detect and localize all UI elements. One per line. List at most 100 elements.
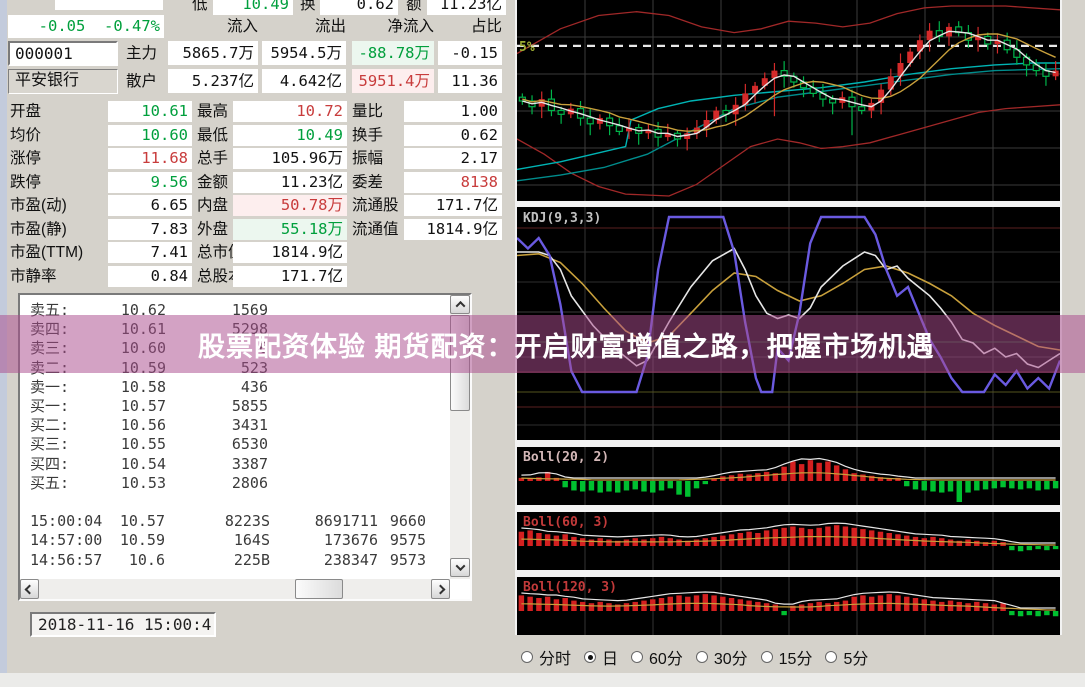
tx-volume: 225B (170, 551, 270, 570)
change-percent: -0.47% (104, 17, 160, 35)
quote-value: 0.84 (108, 266, 192, 287)
amount-label: 额 (406, 0, 422, 16)
tx-amount: 238347 (272, 551, 378, 570)
quote-label: 流通值 (352, 218, 399, 241)
quote-value: 10.60 (108, 125, 192, 146)
flow-cell: 11.36 (438, 69, 502, 93)
ob-volume: 3431 (166, 416, 268, 435)
scroll-right-button[interactable] (431, 579, 450, 599)
ob-volume: 436 (166, 378, 268, 397)
period-option-60分[interactable]: 60分 (631, 645, 683, 669)
quote-label: 外盘 (197, 218, 228, 241)
period-label: 60分 (649, 645, 683, 669)
flow-header: 占比 (438, 15, 502, 38)
scroll-down-button[interactable] (450, 558, 470, 577)
quote-value: 1814.9亿 (404, 219, 502, 240)
scroll-up-button[interactable] (450, 295, 470, 314)
turnover-label: 换 (300, 0, 316, 16)
period-label: 15分 (779, 645, 813, 669)
quote-value: 105.96万 (233, 148, 347, 169)
ob-price: 10.58 (80, 378, 166, 397)
ob-volume: 5855 (166, 397, 268, 416)
kdj-indicator-label: KDJ(9,3,3) (523, 211, 601, 226)
quote-value: 11.23亿 (233, 172, 347, 193)
radio-icon[interactable] (584, 651, 596, 663)
stock-code-input[interactable] (8, 41, 118, 66)
quote-value: 1.00 (404, 101, 502, 122)
quote-label: 量比 (352, 100, 383, 123)
period-option-5分[interactable]: 5分 (825, 645, 868, 669)
tx-amount: 173676 (272, 531, 378, 550)
quote-value: 11.68 (108, 148, 192, 169)
quote-label: 振幅 (352, 147, 383, 170)
tx-seq: 9575 (380, 531, 426, 550)
boll120-indicator-label: Boll(120, 3) (523, 580, 617, 595)
ad-banner-text: 股票配资体验 期货配资：开启财富增值之路，把握市场机遇 (198, 325, 935, 364)
flow-cell: 4.642亿 (262, 69, 346, 93)
h-scroll-thumb[interactable] (295, 579, 343, 599)
radio-icon[interactable] (825, 651, 837, 663)
boll20-indicator-label: Boll(20, 2) (523, 450, 609, 465)
turnover-value: 0.62 (320, 0, 398, 15)
tx-price: 10.6 (85, 551, 165, 570)
period-option-30分[interactable]: 30分 (696, 645, 748, 669)
period-label: 5分 (843, 645, 868, 669)
flow-cell: 5951.4万 (352, 69, 434, 93)
ob-price: 10.55 (80, 435, 166, 454)
period-label: 30分 (714, 645, 748, 669)
trading-terminal-window: 低 10.49 换 0.62 额 11.23亿 -0.05 -0.47% 流入流… (0, 0, 1085, 687)
quote-label: 均价 (10, 124, 41, 147)
period-option-日[interactable]: 日 (584, 645, 618, 669)
quote-value: 10.49 (233, 125, 347, 146)
datetime-field[interactable]: 2018-11-16 15:00:4 (30, 612, 216, 637)
period-option-15分[interactable]: 15分 (761, 645, 813, 669)
ad-banner-overlay[interactable]: 股票配资体验 期货配资：开启财富增值之路，把握市场机遇 (0, 315, 1085, 373)
quote-label: 市盈(静) (10, 218, 67, 241)
period-selector: 分时 日 60分 30分 15分 5分 (517, 645, 1060, 669)
quote-label: 委差 (352, 171, 383, 194)
scroll-left-button[interactable] (20, 579, 39, 599)
flow-row-label: 散户 (126, 70, 157, 93)
quote-value: 10.61 (108, 101, 192, 122)
flow-header: 流出 (262, 15, 346, 38)
quote-value: 0.62 (404, 125, 502, 146)
flow-cell: 5.237亿 (168, 69, 258, 93)
quote-label: 市盈(动) (10, 194, 67, 217)
kline-chart-panel[interactable] (517, 0, 1060, 201)
flow-cell: 5954.5万 (262, 41, 346, 65)
period-label: 日 (602, 645, 618, 669)
orderbook-row: 买一:10.575855 (20, 397, 470, 416)
chevron-down-icon (455, 561, 465, 571)
quote-value: 171.7亿 (233, 266, 347, 287)
quote-label: 最高 (197, 100, 228, 123)
low-label: 低 (192, 0, 208, 16)
quote-value: 7.41 (108, 242, 192, 263)
chevron-left-icon (25, 584, 35, 594)
quote-value: 2.17 (404, 148, 502, 169)
radio-icon[interactable] (761, 651, 773, 663)
quote-value: 50.78万 (233, 195, 347, 216)
orderbook-row: 卖一:10.58436 (20, 378, 470, 397)
ob-price: 10.53 (80, 474, 166, 493)
flow-cell: -0.15 (438, 41, 502, 65)
period-option-分时[interactable]: 分时 (521, 645, 571, 669)
ob-price: 10.56 (80, 416, 166, 435)
pane-kline-svg (517, 0, 1060, 201)
quote-label: 跌停 (10, 171, 41, 194)
h-scrollbar[interactable] (20, 579, 450, 599)
chevron-up-icon (455, 301, 465, 311)
quote-label: 开盘 (10, 100, 41, 123)
radio-icon[interactable] (696, 651, 708, 663)
ob-price: 10.54 (80, 455, 166, 474)
tx-volume: 164S (170, 531, 270, 550)
radio-icon[interactable] (631, 651, 643, 663)
radio-icon[interactable] (521, 651, 533, 663)
quote-label: 总手 (197, 147, 228, 170)
tx-price: 10.57 (85, 512, 165, 531)
tx-volume: 8223S (170, 512, 270, 531)
quote-value: 10.72 (233, 101, 347, 122)
low-value: 10.49 (213, 0, 293, 15)
radio-dot-icon (588, 655, 593, 660)
orderbook-row: 买五:10.532806 (20, 474, 470, 493)
transaction-row: 15:00:0410.578223S86917119660 (20, 512, 470, 531)
